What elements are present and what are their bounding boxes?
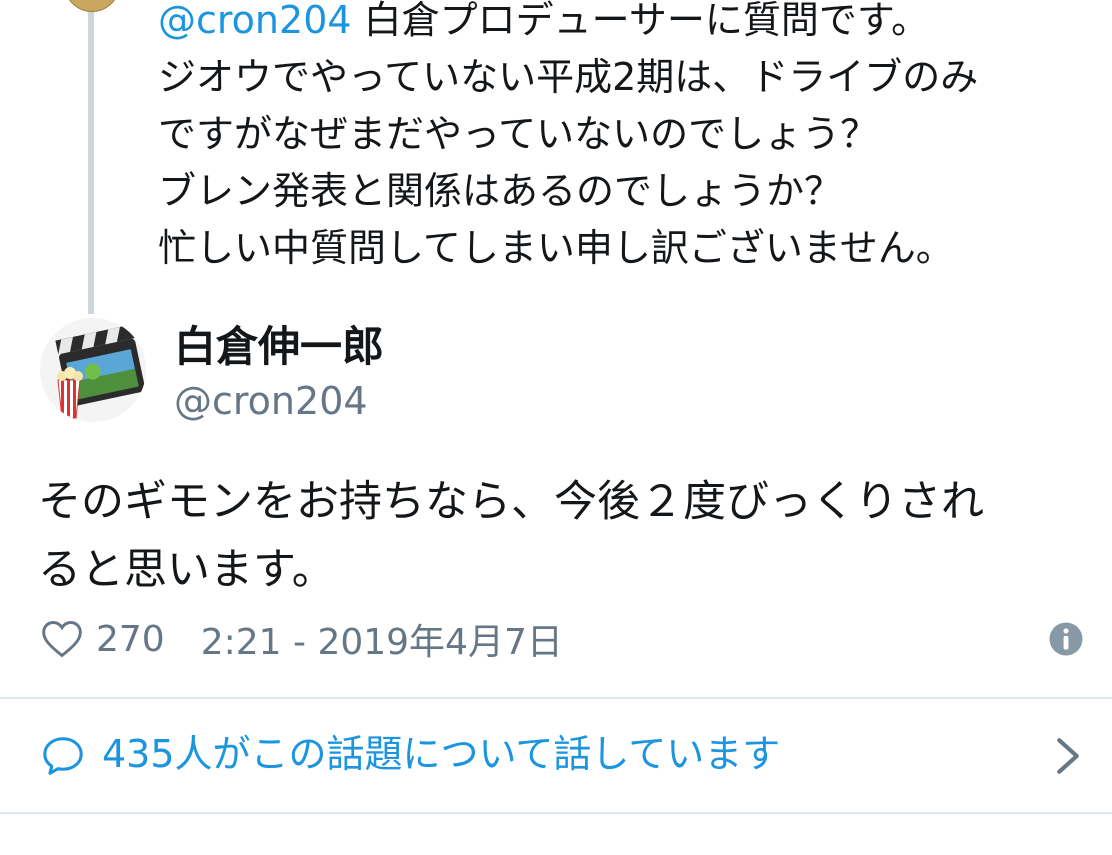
user-handle[interactable]: @cron204: [174, 374, 368, 428]
clapperboard-popcorn-icon: [41, 318, 146, 422]
parent-tweet-line-text: 白倉プロデューサーに質問です。: [351, 0, 930, 42]
conversation-count-label[interactable]: 435人がこの話題について話しています: [102, 725, 780, 783]
heart-icon[interactable]: [40, 617, 84, 661]
divider: [0, 812, 1112, 814]
parent-tweet-line: 忙しい中質問してしまい申し訳ございません。: [158, 226, 954, 270]
parent-tweet-line: ブレン発表と関係はあるのでしょうか？: [158, 169, 843, 213]
thread-connector-line: [88, 0, 94, 314]
parent-avatar[interactable]: [64, 0, 120, 12]
info-icon[interactable]: [1048, 621, 1084, 657]
parent-tweet-line: @cron204 白倉プロデューサーに質問です。: [158, 0, 1098, 49]
display-name[interactable]: 白倉伸一郎: [174, 318, 384, 376]
chevron-right-icon[interactable]: [1052, 735, 1084, 777]
like-count[interactable]: 270: [96, 619, 165, 660]
tweet-text-line: ると思います。: [38, 545, 335, 595]
timestamp[interactable]: 2:21 - 2019年4月7日: [201, 613, 563, 665]
tweet-text-line: そのギモンをお持ちなら、今後２度びっくりされ: [38, 477, 984, 527]
tweet-text: そのギモンをお持ちなら、今後２度びっくりされ ると思います。: [38, 468, 1098, 604]
speech-bubble-icon: [43, 737, 83, 775]
parent-tweet-line: ジオウでやっていない平成2期は、ドライブのみ: [158, 55, 979, 99]
avatar[interactable]: [40, 318, 146, 422]
parent-tweet-line: ですがなぜまだやっていないのでしょう？: [158, 112, 879, 156]
tweet-meta-row: 270 2:21 - 2019年4月7日: [40, 612, 563, 666]
parent-mention-link[interactable]: @cron204: [158, 0, 352, 42]
parent-tweet-text: @cron204 白倉プロデューサーに質問です。 ジオウでやっていない平成2期は…: [158, 0, 1098, 277]
conversation-link-row[interactable]: 435人がこの話題について話しています: [0, 699, 1112, 812]
